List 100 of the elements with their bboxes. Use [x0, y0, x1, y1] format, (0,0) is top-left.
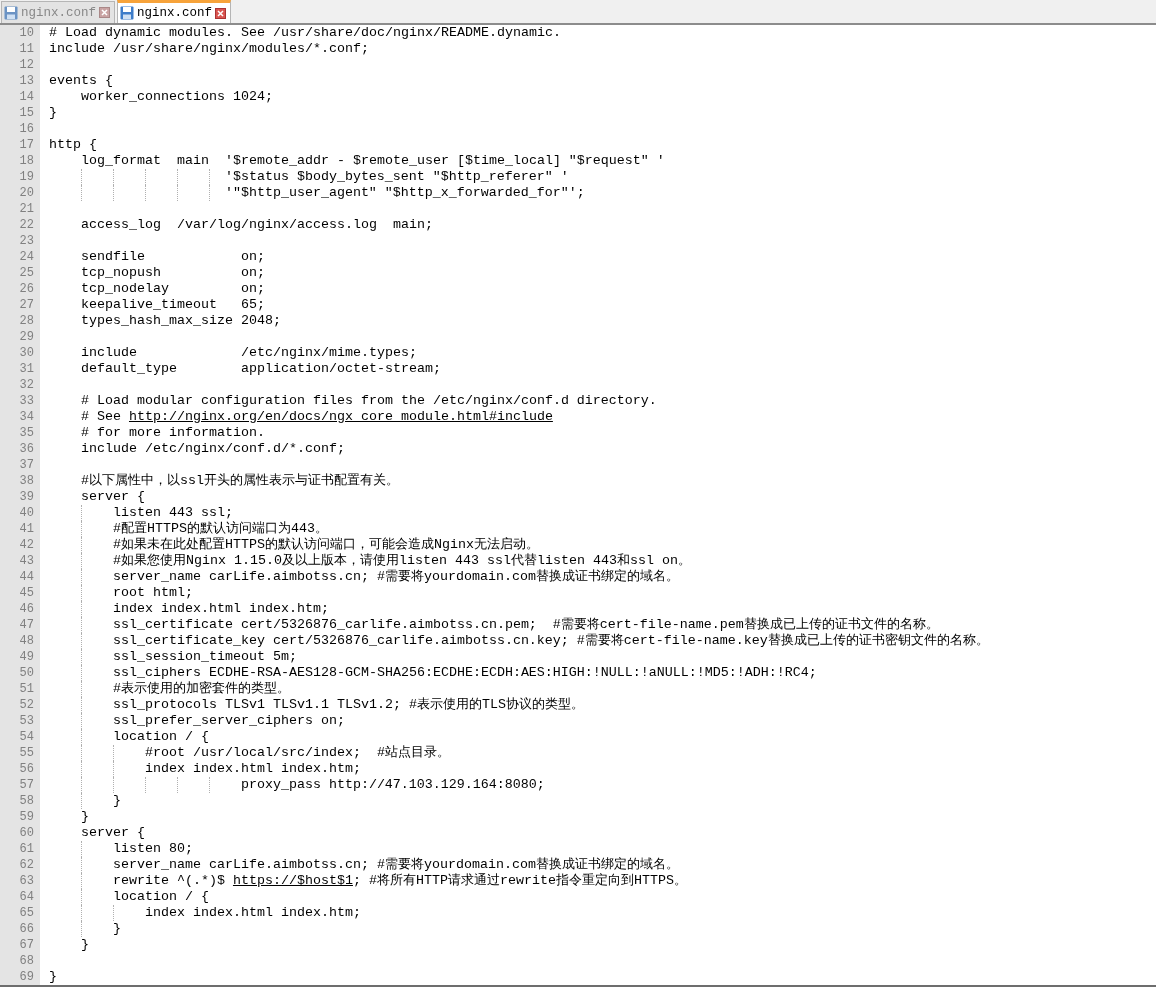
line-number: 55 — [18, 746, 34, 760]
line-number: 15 — [18, 106, 34, 120]
code-line: tcp_nopush on; — [81, 265, 265, 281]
code-line: ssl_prefer_server_ciphers on; — [112, 713, 345, 729]
line-number: 18 — [18, 154, 34, 168]
line-number: 20 — [18, 186, 34, 200]
code-line: keepalive_timeout 65; — [81, 297, 265, 313]
line-number: 43 — [18, 554, 34, 568]
code-line: # Load dynamic modules. See /usr/share/doc/nginx/README.dynamic. — [49, 25, 561, 41]
line-number: 62 — [18, 858, 34, 872]
line-number: 41 — [18, 522, 34, 536]
line-number: 27 — [18, 298, 34, 312]
code-line: http { — [49, 137, 97, 153]
line-number: 22 — [18, 218, 34, 232]
code-line: } — [112, 921, 121, 937]
line-number: 34 — [18, 410, 34, 424]
code-line: include /usr/share/nginx/modules/*.conf; — [49, 41, 369, 57]
line-number: 59 — [18, 810, 34, 824]
code-line: listen 443 ssl; — [112, 505, 233, 521]
line-number: 58 — [18, 794, 34, 808]
code-line: types_hash_max_size 2048; — [81, 313, 281, 329]
code-line: #如果未在此处配置HTTPS的默认访问端口，可能会造成Nginx无法启动。 — [112, 537, 539, 553]
line-number: 46 — [18, 602, 34, 616]
close-icon[interactable] — [215, 7, 227, 19]
line-number: 63 — [18, 874, 34, 888]
code-line: #以下属性中，以ssl开头的属性表示与证书配置有关。 — [81, 473, 399, 489]
code-line: # See http://nginx.org/en/docs/ngx_core_module.html#include — [81, 409, 553, 425]
code-line: location / { — [112, 729, 209, 745]
code-line: tcp_nodelay on; — [81, 281, 265, 297]
line-number: 56 — [18, 762, 34, 776]
code-line: events { — [49, 73, 113, 89]
line-number: 67 — [18, 938, 34, 952]
line-number: 21 — [18, 202, 34, 216]
line-number: 33 — [18, 394, 34, 408]
line-number: 50 — [18, 666, 34, 680]
line-number: 51 — [18, 682, 34, 696]
code-line: ssl_certificate cert/5326876_carlife.aimbotss.cn.pem; #需要将cert-file-name.pem替换成已上传的证书文件的名称。 — [112, 617, 939, 633]
line-number: 48 — [18, 634, 34, 648]
line-number: 42 — [18, 538, 34, 552]
code-line: root html; — [112, 585, 193, 601]
line-number: 13 — [18, 74, 34, 88]
line-number: 45 — [18, 586, 34, 600]
line-number: 60 — [18, 826, 34, 840]
code-line: ssl_protocols TLSv1 TLSv1.1 TLSv1.2; #表示使用的TLS协议的类型。 — [112, 697, 584, 713]
code-line: access_log /var/log/nginx/access.log main; — [81, 217, 433, 233]
code-line: index index.html index.htm; — [112, 601, 329, 617]
code-line: ssl_session_timeout 5m; — [112, 649, 297, 665]
code-line: index index.html index.htm; — [144, 905, 361, 921]
line-number: 49 — [18, 650, 34, 664]
line-number: 57 — [18, 778, 34, 792]
code-line: } — [81, 809, 89, 825]
code-line: #配置HTTPS的默认访问端口为443。 — [112, 521, 328, 537]
code-line: # for more information. — [81, 425, 265, 441]
line-number: 52 — [18, 698, 34, 712]
code-line: server_name carLife.aimbotss.cn; #需要将yourdomain.com替换成证书绑定的域名。 — [112, 857, 679, 873]
line-number: 54 — [18, 730, 34, 744]
code-line: server { — [81, 825, 145, 841]
line-number: 30 — [18, 346, 34, 360]
code-line: default_type application/octet-stream; — [81, 361, 441, 377]
line-number: 17 — [18, 138, 34, 152]
line-number: 39 — [18, 490, 34, 504]
line-number: 53 — [18, 714, 34, 728]
line-number: 19 — [18, 170, 34, 184]
code-line: #root /usr/local/src/index; #站点目录。 — [144, 745, 450, 761]
close-icon[interactable] — [99, 7, 110, 18]
line-number: 66 — [18, 922, 34, 936]
code-link[interactable]: http://nginx.org/en/docs/ngx_core_module.html#include — [129, 409, 553, 424]
code-line: '"$http_user_agent" "$http_x_forwarded_for"'; — [224, 185, 585, 201]
line-number: 47 — [18, 618, 34, 632]
code-line: #表示使用的加密套件的类型。 — [112, 681, 290, 697]
code-line: worker_connections 1024; — [81, 89, 273, 105]
code-line: server { — [81, 489, 145, 505]
code-line: proxy_pass http://47.103.129.164:8080; — [240, 777, 545, 793]
line-number: 31 — [18, 362, 34, 376]
line-number: 32 — [18, 378, 34, 392]
line-number: 35 — [18, 426, 34, 440]
line-number: 36 — [18, 442, 34, 456]
code-line: #如果您使用Nginx 1.15.0及以上版本，请使用listen 443 ssl代替listen 443和ssl on。 — [112, 553, 691, 569]
line-number: 68 — [18, 954, 34, 968]
file-tab[interactable]: nginx.conf — [117, 0, 232, 23]
line-number: 14 — [18, 90, 34, 104]
line-number: 11 — [18, 42, 34, 56]
code-line: sendfile on; — [81, 249, 265, 265]
line-number: 23 — [18, 234, 34, 248]
line-number: 28 — [18, 314, 34, 328]
code-line: index index.html index.htm; — [144, 761, 361, 777]
code-link[interactable]: https://$host$1 — [232, 873, 353, 888]
line-number: 25 — [18, 266, 34, 280]
line-number: 12 — [18, 58, 34, 72]
line-number: 16 — [18, 122, 34, 136]
code-line: include /etc/nginx/conf.d/*.conf; — [81, 441, 345, 457]
code-line: log_format main '$remote_addr - $remote_user [$time_local] "$request" ' — [81, 153, 665, 169]
code-line: } — [81, 937, 89, 953]
code-line: # Load modular configuration files from the /etc/nginx/conf.d directory. — [81, 393, 657, 409]
code-line: listen 80; — [112, 841, 193, 857]
code-line: rewrite ^(.*)$ https://$host$1; #将所有HTTP请求通过rewrite指令重定向到HTTPS。 — [112, 873, 687, 889]
code-line: } — [49, 969, 57, 985]
line-number: 65 — [18, 906, 34, 920]
line-number: 38 — [18, 474, 34, 488]
line-number: 64 — [18, 890, 34, 904]
